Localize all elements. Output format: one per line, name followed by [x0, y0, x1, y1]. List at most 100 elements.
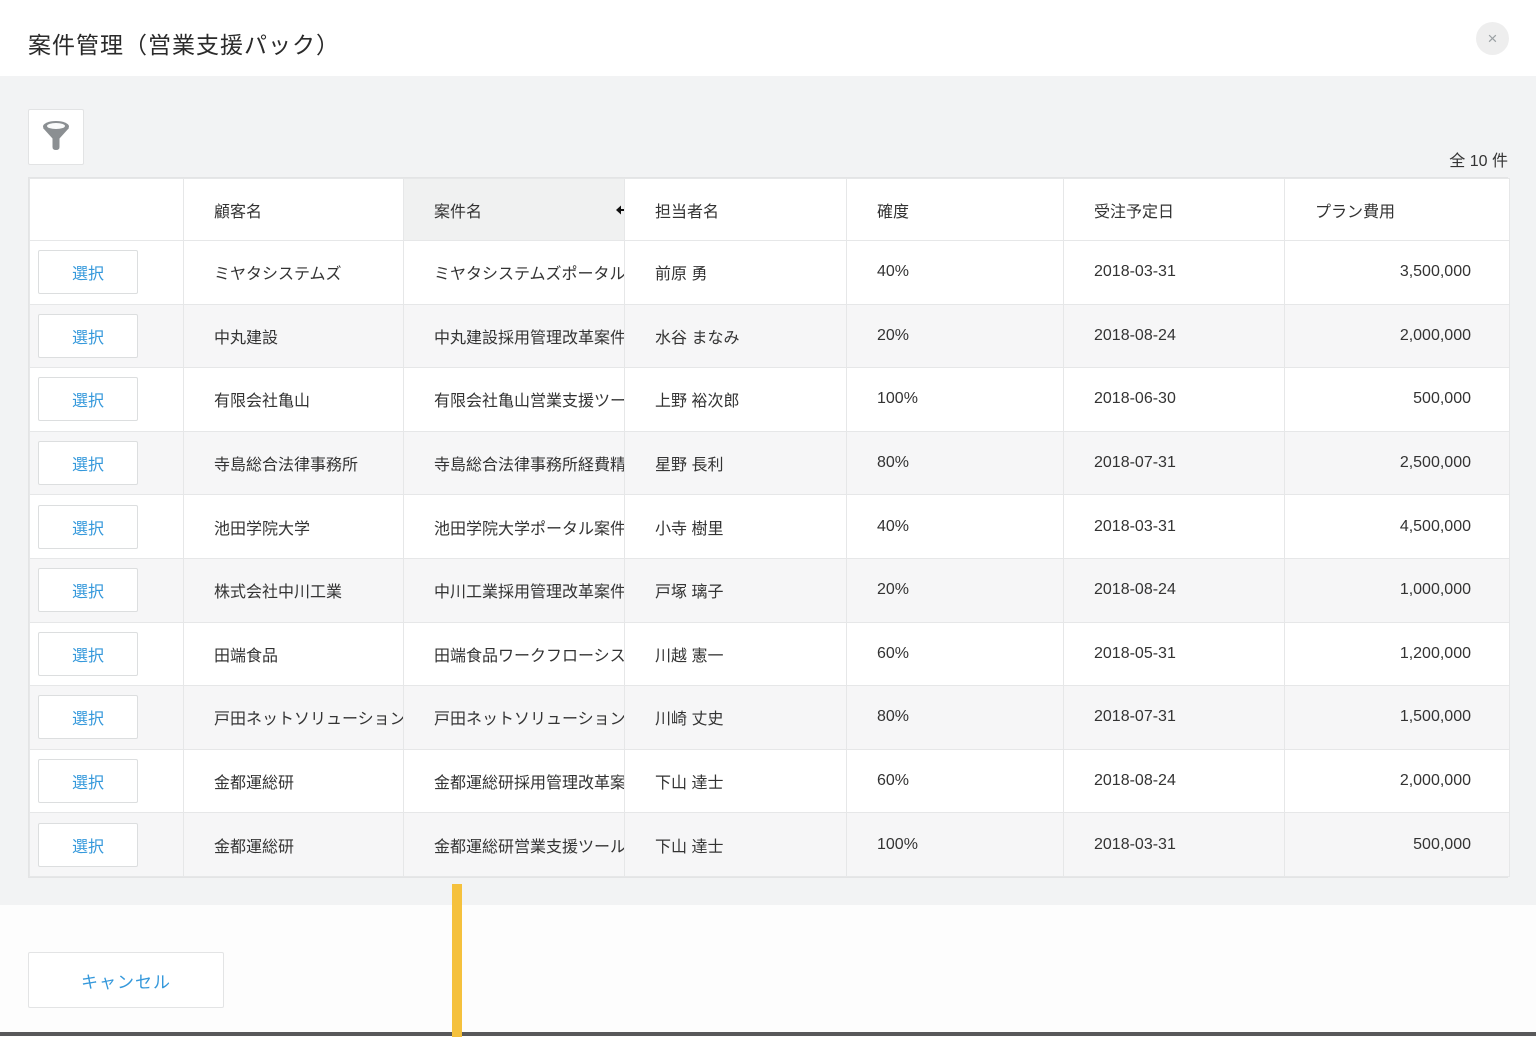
date-cell: 2018-06-30	[1064, 368, 1285, 432]
header-cost[interactable]: プラン費用	[1285, 179, 1510, 241]
customer-cell: 寺島総合法律事務所	[184, 431, 404, 495]
select-cell: 選択	[30, 749, 184, 813]
cost-cell: 4,500,000	[1285, 495, 1510, 559]
bottom-edge-bar	[0, 1032, 1536, 1036]
customer-cell: 田端食品	[184, 622, 404, 686]
probability-cell: 20%	[847, 558, 1064, 622]
date-cell: 2018-03-31	[1064, 813, 1285, 877]
probability-cell: 60%	[847, 622, 1064, 686]
cancel-button[interactable]: キャンセル	[28, 952, 224, 1008]
modal-body: 全 10 件 顧客名 案件名	[0, 76, 1536, 905]
deal-cell: 有限会社亀山営業支援ツール	[404, 368, 625, 432]
table-row: 選択 有限会社亀山有限会社亀山営業支援ツール上野 裕次郎100%2018-06-3…	[30, 368, 1510, 432]
select-cell: 選択	[30, 558, 184, 622]
table-row: 選択 池田学院大学池田学院大学ポータル案件小寺 樹里40%2018-03-314,…	[30, 495, 1510, 559]
customer-cell: 中丸建設	[184, 304, 404, 368]
select-button[interactable]: 選択	[38, 314, 138, 358]
close-button[interactable]: ×	[1476, 22, 1509, 55]
deal-cell: 寺島総合法律事務所経費精算	[404, 431, 625, 495]
table-row: 選択 株式会社中川工業中川工業採用管理改革案件戸塚 璃子20%2018-08-24…	[30, 558, 1510, 622]
probability-cell: 60%	[847, 749, 1064, 813]
deal-cell: 戸田ネットソリューション案件	[404, 686, 625, 750]
deal-cell: ミヤタシステムズポータル案件	[404, 241, 625, 305]
date-cell: 2018-03-31	[1064, 241, 1285, 305]
customer-cell: 有限会社亀山	[184, 368, 404, 432]
select-cell: 選択	[30, 431, 184, 495]
customer-cell: ミヤタシステムズ	[184, 241, 404, 305]
select-button[interactable]: 選択	[38, 377, 138, 421]
customer-cell: 金都運総研	[184, 749, 404, 813]
owner-cell: 下山 達士	[625, 749, 847, 813]
header-deal[interactable]: 案件名	[404, 179, 625, 241]
record-count: 全 10 件	[1449, 147, 1508, 171]
deal-cell: 田端食品ワークフローシステム	[404, 622, 625, 686]
customer-cell: 戸田ネットソリューション	[184, 686, 404, 750]
select-button[interactable]: 選択	[38, 250, 138, 294]
header-date[interactable]: 受注予定日	[1064, 179, 1285, 241]
probability-cell: 40%	[847, 495, 1064, 559]
owner-cell: 下山 達士	[625, 813, 847, 877]
select-cell: 選択	[30, 686, 184, 750]
table-row: 選択 寺島総合法律事務所寺島総合法律事務所経費精算星野 長利80%2018-07-…	[30, 431, 1510, 495]
customer-cell: 金都運総研	[184, 813, 404, 877]
deal-cell: 金都運総研採用管理改革案件	[404, 749, 625, 813]
table-row: 選択 金都運総研金都運総研営業支援ツール下山 達士100%2018-03-3150…	[30, 813, 1510, 877]
probability-cell: 40%	[847, 241, 1064, 305]
cost-cell: 2,500,000	[1285, 431, 1510, 495]
table-row: 選択中丸建設中丸建設採用管理改革案件水谷 まなみ20%2018-08-242,0…	[30, 304, 1510, 368]
select-button[interactable]: 選択	[38, 823, 138, 867]
select-cell: 選択	[30, 495, 184, 559]
select-button[interactable]: 選択	[38, 568, 138, 612]
probability-cell: 80%	[847, 686, 1064, 750]
customer-cell: 池田学院大学	[184, 495, 404, 559]
header-deal-label: 案件名	[434, 204, 482, 221]
probability-cell: 20%	[847, 304, 1064, 368]
header-owner[interactable]: 担当者名	[625, 179, 847, 241]
date-cell: 2018-08-24	[1064, 558, 1285, 622]
cost-cell: 1,000,000	[1285, 558, 1510, 622]
select-cell: 選択	[30, 368, 184, 432]
owner-cell: 小寺 樹里	[625, 495, 847, 559]
owner-cell: 川崎 丈史	[625, 686, 847, 750]
select-button[interactable]: 選択	[38, 632, 138, 676]
close-icon: ×	[1488, 29, 1498, 48]
customer-cell: 株式会社中川工業	[184, 558, 404, 622]
owner-cell: 星野 長利	[625, 431, 847, 495]
modal-header: 案件管理（営業支援パック） ×	[0, 0, 1536, 76]
select-cell: 選択	[30, 813, 184, 877]
probability-cell: 100%	[847, 813, 1064, 877]
modal-footer: キャンセル	[0, 905, 1536, 1037]
select-button[interactable]: 選択	[38, 695, 138, 739]
filter-button[interactable]	[28, 109, 84, 165]
owner-cell: 戸塚 璃子	[625, 558, 847, 622]
deal-cell: 金都運総研営業支援ツール	[404, 813, 625, 877]
date-cell: 2018-05-31	[1064, 622, 1285, 686]
deal-cell: 中川工業採用管理改革案件	[404, 558, 625, 622]
table-row: 選択 ミヤタシステムズミヤタシステムズポータル案件前原 勇40%2018-03-3…	[30, 241, 1510, 305]
select-button[interactable]: 選択	[38, 441, 138, 485]
cost-cell: 500,000	[1285, 813, 1510, 877]
table-row: 選択戸田ネットソリューション戸田ネットソリューション案件川崎 丈史80%2018…	[30, 686, 1510, 750]
owner-cell: 上野 裕次郎	[625, 368, 847, 432]
owner-cell: 前原 勇	[625, 241, 847, 305]
column-drag-guide-line	[452, 884, 462, 1037]
select-cell: 選択	[30, 622, 184, 686]
deal-cell: 池田学院大学ポータル案件	[404, 495, 625, 559]
select-button[interactable]: 選択	[38, 759, 138, 803]
date-cell: 2018-03-31	[1064, 495, 1285, 559]
header-select	[30, 179, 184, 241]
select-cell: 選択	[30, 304, 184, 368]
table-row: 選択田端食品田端食品ワークフローシステム川越 憲一60%2018-05-311,…	[30, 622, 1510, 686]
select-button[interactable]: 選択	[38, 505, 138, 549]
cost-cell: 3,500,000	[1285, 241, 1510, 305]
header-customer[interactable]: 顧客名	[184, 179, 404, 241]
probability-cell: 100%	[847, 368, 1064, 432]
header-probability[interactable]: 確度	[847, 179, 1064, 241]
date-cell: 2018-07-31	[1064, 431, 1285, 495]
col-resize-cursor-icon[interactable]	[615, 200, 625, 220]
cost-cell: 1,500,000	[1285, 686, 1510, 750]
deals-table: 顧客名 案件名 担当者名 確度	[28, 177, 1508, 878]
date-cell: 2018-08-24	[1064, 749, 1285, 813]
cost-cell: 500,000	[1285, 368, 1510, 432]
probability-cell: 80%	[847, 431, 1064, 495]
